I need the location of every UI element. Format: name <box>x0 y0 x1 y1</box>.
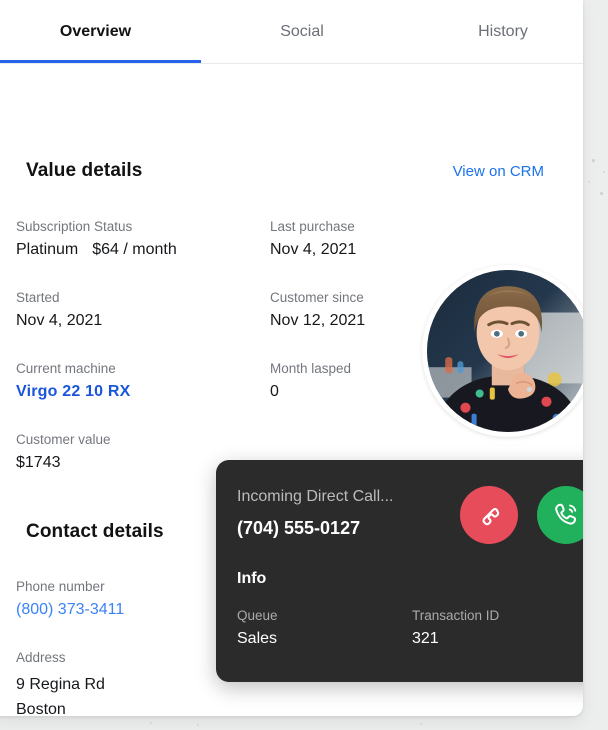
field-label: Started <box>16 290 60 305</box>
field-label: Current machine <box>16 361 116 376</box>
field-label: Phone number <box>16 579 105 594</box>
active-tab-indicator <box>0 60 201 63</box>
field-label: Queue <box>237 608 278 623</box>
view-on-crm-link[interactable]: View on CRM <box>453 163 544 180</box>
backdrop-speckle <box>197 724 199 726</box>
current-machine-link[interactable]: Virgo 22 10 RX <box>16 383 131 401</box>
phone-number-link[interactable]: (800) 373-3411 <box>16 601 124 619</box>
contact-details-heading: Contact details <box>26 521 164 542</box>
tab-social[interactable]: Social <box>201 0 403 64</box>
field-value: Nov 4, 2021 <box>16 312 103 329</box>
call-phone-number: (704) 555-0127 <box>237 518 361 538</box>
field-label: Transaction ID <box>412 608 500 623</box>
call-info-transaction-id: Transaction ID 321 <box>412 608 499 648</box>
field-customer-value: Customer value $1743 <box>16 432 111 472</box>
field-subscription-status: Subscription Status Platinum $64 / month <box>16 219 177 259</box>
tab-history-label: History <box>478 22 528 40</box>
subscription-price: $64 / month <box>92 241 177 258</box>
phone-answer-icon <box>555 503 577 525</box>
field-month-lapsed: Month lasped 0 <box>270 361 351 401</box>
tab-bar: Overview Social History <box>0 0 583 64</box>
tab-history[interactable]: History <box>403 0 583 64</box>
field-started: Started Nov 4, 2021 <box>16 290 102 330</box>
tab-social-label: Social <box>280 22 324 40</box>
backdrop-speckle <box>150 722 152 724</box>
avatar-photo <box>427 270 583 432</box>
field-label: Customer value <box>16 432 111 447</box>
backdrop-speckle <box>588 181 590 183</box>
answer-call-button[interactable] <box>537 486 583 544</box>
page-backdrop: Overview Social History Value details Vi… <box>0 0 608 730</box>
call-status-text: Incoming Direct Call... <box>237 488 394 505</box>
field-label: Customer since <box>270 290 364 305</box>
field-current-machine: Current machine Virgo 22 10 RX <box>16 361 131 401</box>
tab-overview[interactable]: Overview <box>0 0 201 64</box>
call-info-queue: Queue Sales <box>237 608 278 648</box>
decline-call-button[interactable] <box>460 486 518 544</box>
field-last-purchase: Last purchase Nov 4, 2021 <box>270 219 356 259</box>
field-value: 0 <box>270 383 279 400</box>
incoming-call-panel: Incoming Direct Call... (704) 555-0127 I… <box>216 460 583 682</box>
backdrop-speckle <box>420 723 422 725</box>
field-label: Subscription Status <box>16 219 133 234</box>
field-address: Address 9 Regina Rd Boston Massachusetts… <box>16 650 211 716</box>
address-line: Boston <box>16 701 66 716</box>
field-customer-since: Customer since Nov 12, 2021 <box>270 290 365 330</box>
field-label: Last purchase <box>270 219 355 234</box>
field-label: Month lasped <box>270 361 352 376</box>
field-label: Address <box>16 650 66 665</box>
call-info-heading: Info <box>237 570 267 587</box>
field-phone-number: Phone number (800) 373-3411 <box>16 579 124 619</box>
field-value: Platinum $64 / month <box>16 241 177 259</box>
avatar-illustration-icon <box>427 270 583 432</box>
field-value: $1743 <box>16 454 61 471</box>
backdrop-speckle <box>592 159 595 162</box>
avatar <box>422 265 583 437</box>
value-details-heading: Value details <box>26 160 143 181</box>
subscription-plan: Platinum <box>16 241 79 258</box>
phone-hangup-icon <box>482 508 500 526</box>
field-value: Nov 12, 2021 <box>270 312 366 329</box>
backdrop-speckle <box>603 171 605 173</box>
field-value: 321 <box>412 630 439 647</box>
backdrop-speckle <box>600 192 603 195</box>
field-value: Nov 4, 2021 <box>270 241 357 258</box>
tab-overview-label: Overview <box>59 22 132 40</box>
customer-detail-card: Overview Social History Value details Vi… <box>0 0 583 716</box>
address-line: 9 Regina Rd <box>16 676 105 693</box>
field-value: Sales <box>237 630 278 647</box>
